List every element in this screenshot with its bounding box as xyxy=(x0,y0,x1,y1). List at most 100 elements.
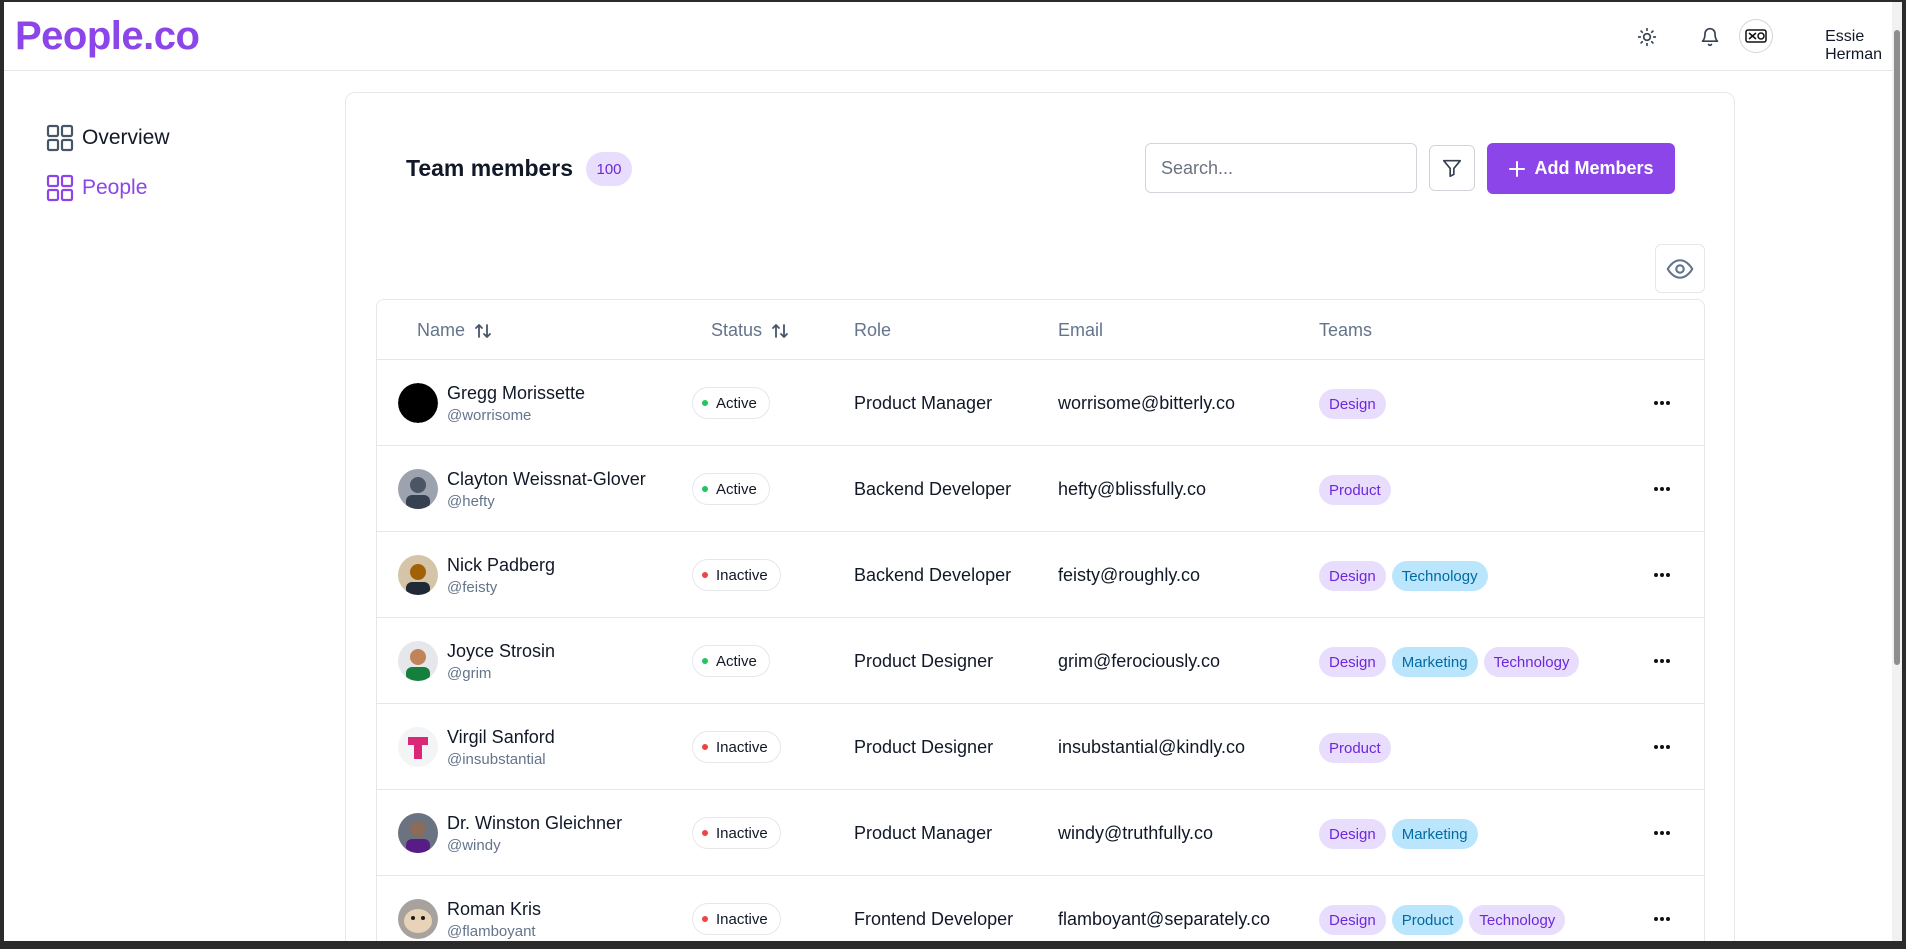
member-email: grim@ferociously.co xyxy=(1058,651,1220,671)
member-role: Product Manager xyxy=(854,823,993,843)
scrollbar-thumb[interactable] xyxy=(1894,30,1900,665)
status-label: Inactive xyxy=(716,738,768,756)
add-members-label: Add Members xyxy=(1534,158,1654,178)
table-row[interactable]: Joyce Strosin @grim Active Product Desig… xyxy=(377,618,1704,704)
avatar-icon xyxy=(1745,29,1767,43)
row-actions-button[interactable] xyxy=(1648,563,1676,587)
column-header-label: Role xyxy=(854,320,892,340)
search-input[interactable] xyxy=(1145,143,1417,193)
team-tag: Technology xyxy=(1469,905,1566,935)
sidebar-item-label: People xyxy=(82,176,148,199)
sidebar-item-label: Overview xyxy=(82,126,170,149)
row-actions-button[interactable] xyxy=(1648,735,1676,759)
table-row[interactable]: Dr. Winston Gleichner @windy Inactive Pr… xyxy=(377,790,1704,876)
status-badge: Inactive xyxy=(692,731,781,763)
member-avatar xyxy=(398,899,438,939)
status-badge: Active xyxy=(692,387,770,419)
column-header-status[interactable]: Status xyxy=(711,320,790,341)
user-name[interactable]: Essie Herman xyxy=(1825,28,1882,64)
member-handle: @feisty xyxy=(447,579,498,596)
table-row[interactable]: Nick Padberg @feisty Inactive Backend De… xyxy=(377,532,1704,618)
column-header-email: Email xyxy=(1058,320,1103,341)
row-actions-button[interactable] xyxy=(1648,477,1676,501)
member-handle: @insubstantial xyxy=(447,751,546,768)
status-dot xyxy=(702,486,708,492)
column-header-teams: Teams xyxy=(1319,320,1372,341)
more-horizontal-icon xyxy=(1654,745,1670,749)
theme-toggle-button[interactable] xyxy=(1629,19,1665,55)
member-teams: Product xyxy=(1319,475,1391,505)
member-name[interactable]: Roman Kris xyxy=(447,899,541,920)
member-name[interactable]: Virgil Sanford xyxy=(447,727,555,748)
table-row[interactable]: Roman Kris @flamboyant Inactive Frontend… xyxy=(377,876,1704,949)
column-header-name[interactable]: Name xyxy=(417,320,493,341)
notifications-button[interactable] xyxy=(1692,19,1728,55)
status-label: Active xyxy=(716,480,757,498)
more-horizontal-icon xyxy=(1654,573,1670,577)
member-avatar xyxy=(398,383,438,423)
row-actions-button[interactable] xyxy=(1648,821,1676,845)
member-teams: Product xyxy=(1319,733,1391,763)
member-teams: Design Product Technology xyxy=(1319,905,1566,935)
status-badge: Inactive xyxy=(692,559,781,591)
row-actions-button[interactable] xyxy=(1648,391,1676,415)
app-logo[interactable]: People.co xyxy=(15,14,200,59)
member-handle: @grim xyxy=(447,665,492,682)
more-horizontal-icon xyxy=(1654,487,1670,491)
column-header-label: Email xyxy=(1058,320,1104,340)
team-tag: Design xyxy=(1319,389,1386,419)
more-horizontal-icon xyxy=(1654,831,1670,835)
member-role: Backend Developer xyxy=(854,565,1012,585)
more-horizontal-icon xyxy=(1654,401,1670,405)
member-name[interactable]: Clayton Weissnat-Glover xyxy=(447,469,646,490)
member-email: hefty@blissfully.co xyxy=(1058,479,1206,499)
row-actions-button[interactable] xyxy=(1648,649,1676,673)
column-header-label: Teams xyxy=(1319,320,1373,340)
table-header: Name Status Role Email Teams xyxy=(377,300,1704,360)
members-table: Name Status Role Email Teams Gregg Moris… xyxy=(376,299,1705,949)
status-dot xyxy=(702,572,708,578)
member-email: windy@truthfully.co xyxy=(1058,823,1213,843)
team-tag: Design xyxy=(1319,647,1386,677)
status-label: Inactive xyxy=(716,566,768,584)
member-name[interactable]: Joyce Strosin xyxy=(447,641,555,662)
member-email: feisty@roughly.co xyxy=(1058,565,1200,585)
member-role: Frontend Developer xyxy=(854,909,1014,929)
member-name[interactable]: Gregg Morissette xyxy=(447,383,585,404)
sun-icon xyxy=(1637,27,1657,47)
status-dot xyxy=(702,658,708,664)
top-bar: People.co Essie Herman xyxy=(4,2,1902,71)
member-handle: @flamboyant xyxy=(447,923,536,940)
table-row[interactable]: Gregg Morissette @worrisome Active Produ… xyxy=(377,360,1704,446)
table-row[interactable]: Virgil Sanford @insubstantial Inactive P… xyxy=(377,704,1704,790)
sidebar-item-people[interactable]: People xyxy=(46,170,170,206)
member-role: Product Manager xyxy=(854,393,993,413)
member-handle: @worrisome xyxy=(447,407,532,424)
status-label: Inactive xyxy=(716,910,768,928)
status-dot xyxy=(702,744,708,750)
member-email: worrisome@bitterly.co xyxy=(1058,393,1235,413)
status-badge: Active xyxy=(692,645,770,677)
row-actions-button[interactable] xyxy=(1648,907,1676,931)
team-tag: Technology xyxy=(1483,647,1580,677)
filter-button[interactable] xyxy=(1429,145,1475,191)
status-dot xyxy=(702,830,708,836)
table-row[interactable]: Clayton Weissnat-Glover @hefty Active Ba… xyxy=(377,446,1704,532)
add-members-button[interactable]: Add Members xyxy=(1487,143,1675,194)
member-avatar xyxy=(398,727,438,767)
plus-icon xyxy=(1509,160,1526,177)
member-role: Product Designer xyxy=(854,737,994,757)
column-visibility-button[interactable] xyxy=(1655,244,1705,293)
status-dot xyxy=(702,400,708,406)
more-horizontal-icon xyxy=(1654,917,1670,921)
team-tag: Design xyxy=(1319,905,1386,935)
user-avatar[interactable] xyxy=(1739,19,1773,53)
team-tag: Marketing xyxy=(1391,819,1478,849)
member-name[interactable]: Dr. Winston Gleichner xyxy=(447,813,622,834)
table-body: Gregg Morissette @worrisome Active Produ… xyxy=(377,360,1704,949)
member-avatar xyxy=(398,469,438,509)
member-name[interactable]: Nick Padberg xyxy=(447,555,555,576)
sidebar-item-overview[interactable]: Overview xyxy=(46,120,170,156)
column-header-label: Status xyxy=(711,320,763,340)
team-members-card: Team members 100 Add Members Name Status xyxy=(345,92,1735,949)
